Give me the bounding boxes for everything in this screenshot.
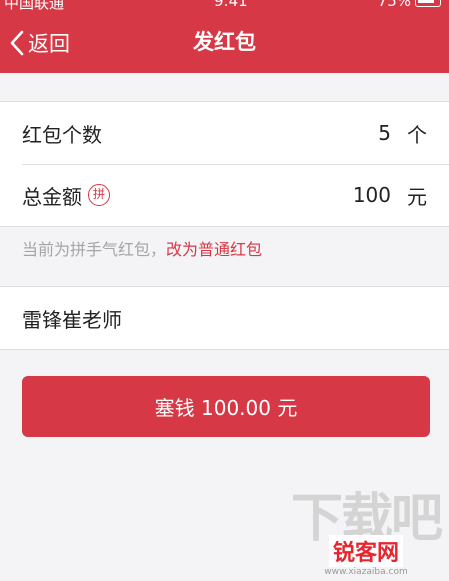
amount-form-group: 红包个数 个 总金额 拼 元 [0,101,449,227]
count-unit: 个 [407,122,427,147]
nav-bar: 返回 发红包 [0,12,449,73]
amount-row: 总金额 拼 元 [0,164,449,226]
message-row [0,287,449,349]
amount-label: 总金额 [22,184,82,209]
back-label: 返回 [28,31,70,56]
status-bar: 中国联通 9:41 75% [0,0,449,12]
count-label: 红包个数 [22,122,102,147]
watermark: 下载吧 锐客网 www.xiazaiba.com [291,493,443,577]
watermark-url: www.xiazaiba.com [324,567,408,577]
message-input[interactable] [22,306,427,330]
mode-hint-text: 当前为拼手气红包， [22,240,167,259]
lucky-mode-badge: 拼 [88,184,110,206]
count-input[interactable] [331,121,391,145]
carrier-label: 中国联通 [4,0,65,12]
count-row: 红包个数 个 [0,102,449,164]
battery-label: 75% [377,0,411,10]
battery-icon [415,0,441,7]
chevron-left-icon [10,30,24,56]
back-button[interactable]: 返回 [10,12,70,73]
watermark-brand: 锐客网 [328,535,403,567]
clock-label: 9:41 [214,0,248,10]
switch-to-normal-link[interactable]: 改为普通红包 [166,240,262,259]
amount-unit: 元 [407,184,427,209]
submit-button[interactable]: 塞钱 100.00 元 [22,376,430,437]
mode-hint: 当前为拼手气红包，改为普通红包 [22,236,262,260]
message-group [0,286,449,350]
amount-input[interactable] [301,183,391,207]
